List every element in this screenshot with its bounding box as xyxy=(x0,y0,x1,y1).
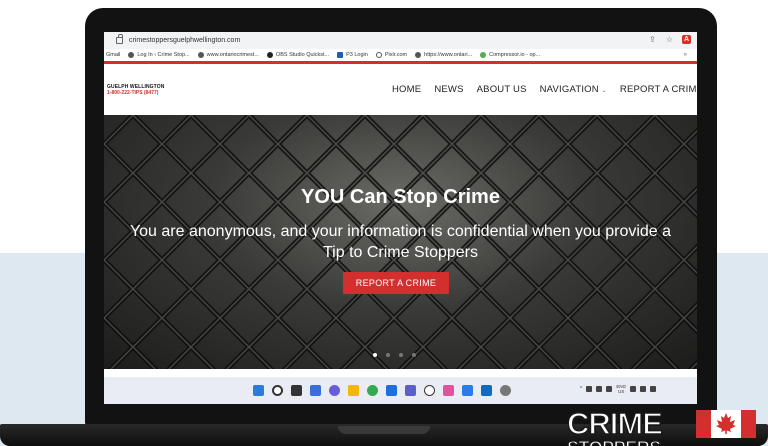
outlook-icon[interactable] xyxy=(481,385,492,396)
teams-icon[interactable] xyxy=(405,385,416,396)
battery-icon[interactable] xyxy=(650,386,657,392)
bookmark-item[interactable]: OBS Studio Quickst... xyxy=(266,52,329,58)
hero-title: YOU Can Stop Crime xyxy=(301,186,500,208)
bookmark-item[interactable]: www.ontariocrimest... xyxy=(197,52,259,58)
bookmark-item[interactable]: P3 Login xyxy=(337,52,368,58)
photos-icon[interactable] xyxy=(443,385,454,396)
main-nav: HOME NEWS ABOUT US NAVIGATION ⌄ REPORT A… xyxy=(392,84,697,95)
hero-banner: YOU Can Stop Crime You are anonymous, an… xyxy=(104,115,697,369)
slider-dot[interactable] xyxy=(412,353,416,357)
site-logo-phone[interactable]: 1-800-222-TIPS (8477) xyxy=(107,90,158,96)
chevron-down-icon: ⌄ xyxy=(601,88,607,94)
bookmark-item[interactable]: Pixlr.com xyxy=(375,52,407,58)
slider-dot[interactable] xyxy=(399,353,403,357)
mail-icon[interactable] xyxy=(386,385,397,396)
laptop-notch xyxy=(338,426,430,434)
chat-icon[interactable] xyxy=(329,385,340,396)
slider-dot[interactable] xyxy=(386,353,390,357)
bookmark-star-icon[interactable]: ☆ xyxy=(665,35,674,44)
bookmark-item[interactable]: https://www.ontari... xyxy=(415,52,472,58)
onedrive-icon[interactable] xyxy=(596,386,603,392)
hero-subtitle: You are anonymous, and your information … xyxy=(129,223,672,261)
nav-navigation-label: NAVIGATION xyxy=(539,84,599,95)
settings-icon[interactable] xyxy=(500,385,511,396)
chevron-up-icon[interactable]: ^ xyxy=(580,386,582,392)
bookmark-item[interactable]: Compressor.io - op... xyxy=(480,52,540,58)
nav-home[interactable]: HOME xyxy=(392,84,421,95)
bookmark-item[interactable]: Log In ‹ Crime Stop... xyxy=(128,52,190,58)
region-code: US xyxy=(618,389,625,394)
widgets-icon[interactable] xyxy=(310,385,321,396)
address-bar-actions: ⇪ ☆ A xyxy=(648,35,691,44)
search-icon[interactable] xyxy=(272,385,283,396)
report-crime-button[interactable]: REPORT A CRIME xyxy=(343,272,449,294)
system-tray: ^ ENG US xyxy=(580,384,657,394)
chrome-icon[interactable] xyxy=(367,385,378,396)
obs-icon[interactable] xyxy=(424,385,435,396)
windows-taskbar: ^ ENG US xyxy=(104,377,697,404)
share-icon[interactable]: ⇪ xyxy=(648,35,657,44)
site-header: GUELPH WELLINGTON 1-800-222-TIPS (8477) … xyxy=(104,67,697,115)
browser-address-bar[interactable]: crimestoppersguelphwellington.com ⇪ ☆ A xyxy=(104,32,697,49)
file-explorer-icon[interactable] xyxy=(348,385,359,396)
logo-word-crime: CRIME xyxy=(566,405,663,442)
laptop-screen: crimestoppersguelphwellington.com ⇪ ☆ A … xyxy=(104,32,697,404)
globe-icon xyxy=(415,52,422,58)
language-indicator[interactable]: ENG US xyxy=(616,384,626,394)
pixlr-icon xyxy=(375,52,382,58)
lock-icon xyxy=(116,34,123,44)
nav-news[interactable]: NEWS xyxy=(434,84,463,95)
canada-flag-icon xyxy=(696,410,756,438)
nav-report[interactable]: REPORT A CRIME xyxy=(620,84,697,95)
task-view-icon[interactable] xyxy=(291,385,302,396)
p3-icon xyxy=(337,52,344,58)
wifi-icon[interactable] xyxy=(630,386,637,392)
store-icon[interactable] xyxy=(462,385,473,396)
compressor-icon xyxy=(480,52,487,58)
logo-word-stoppers: STOPPERS xyxy=(566,437,661,446)
crime-stoppers-logo: CRIME STOPPERS xyxy=(555,402,768,446)
bookmark-item[interactable]: Gmail xyxy=(106,52,120,58)
globe-icon xyxy=(128,52,135,58)
globe-icon xyxy=(197,52,204,58)
cloud-icon[interactable] xyxy=(606,386,613,392)
bookmarks-overflow-button[interactable]: » xyxy=(684,52,687,58)
windows-start-icon[interactable] xyxy=(253,385,264,396)
dropbox-icon[interactable] xyxy=(586,386,593,392)
nav-navigation[interactable]: NAVIGATION ⌄ xyxy=(540,84,607,95)
bookmarks-bar: Gmail Log In ‹ Crime Stop... www.ontario… xyxy=(104,49,697,64)
taskbar-apps xyxy=(253,385,511,396)
slider-dot[interactable] xyxy=(373,353,377,357)
slider-dots xyxy=(373,353,416,357)
url-text[interactable]: crimestoppersguelphwellington.com xyxy=(129,37,240,44)
volume-icon[interactable] xyxy=(640,386,647,392)
obs-icon xyxy=(266,52,273,58)
pdf-extension-icon[interactable]: A xyxy=(682,35,691,44)
content-strip xyxy=(104,369,697,377)
nav-about[interactable]: ABOUT US xyxy=(477,84,527,95)
